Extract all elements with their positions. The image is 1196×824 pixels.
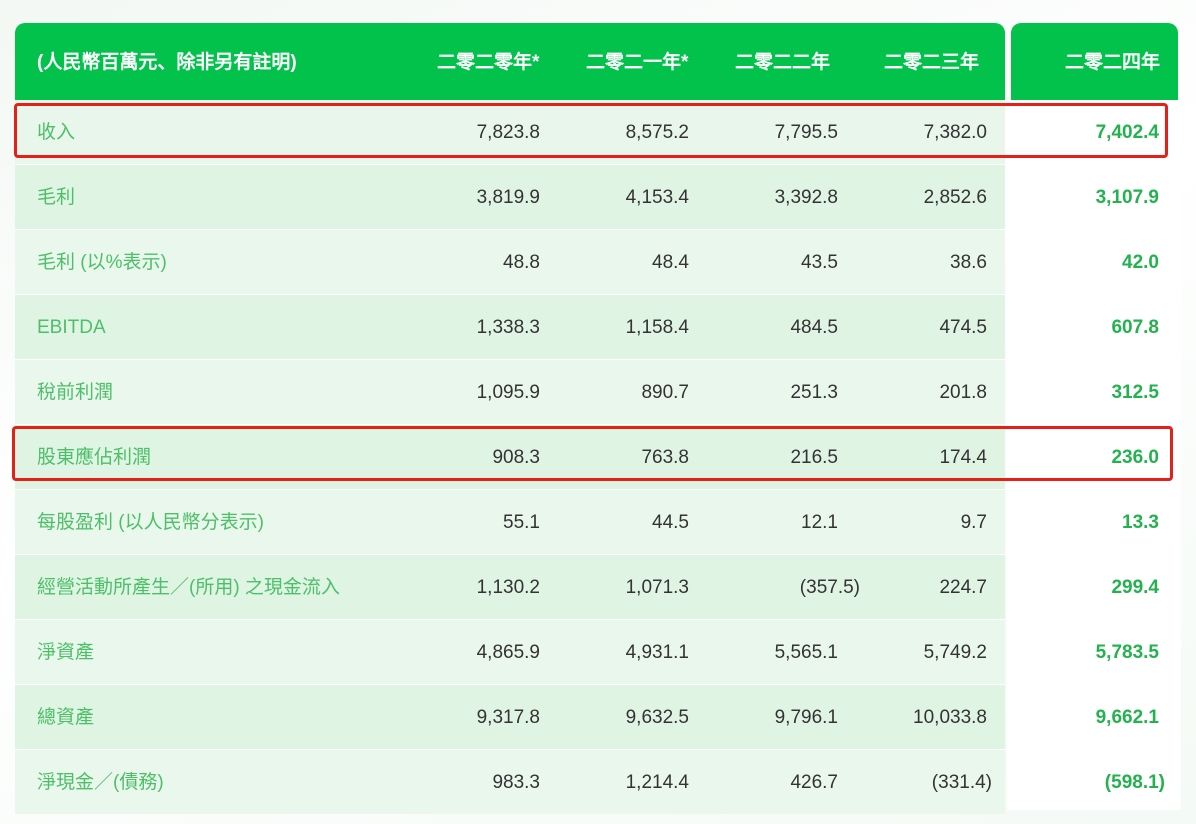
cell-2024-total-assets: 9,662.1 (1095, 707, 1159, 728)
header-year-2022: 二零二二年 (735, 52, 831, 73)
table-row-net-cash: 淨現金／(債務) 983.3 1,214.4 426.7 (331.4) (15, 750, 1005, 814)
cell-2023: (331.4) (931, 772, 992, 793)
cell-2023: 10,033.8 (913, 707, 987, 728)
cell-2020: 4,865.9 (476, 642, 540, 663)
cell-2024-ebitda: 607.8 (1111, 317, 1159, 338)
row-label: 稅前利潤 (37, 382, 114, 403)
cell-2024-net-assets: 5,783.5 (1095, 642, 1159, 663)
cell-2022: 216.5 (790, 447, 838, 468)
cell-2023: 2,852.6 (923, 187, 987, 208)
table-header: (人民幣百萬元、除非另有註明) 二零二零年* 二零二一年* 二零二二年 二零二三… (15, 23, 1005, 100)
cell-2024-net-cash: (598.1) (1104, 772, 1165, 793)
cell-2024-profit-attributable: 236.0 (1111, 447, 1159, 468)
row-label: 總資產 (37, 707, 95, 728)
table-row-net-assets: 淨資產 4,865.9 4,931.1 5,565.1 5,749.2 (15, 620, 1005, 685)
row-label: EBITDA (37, 317, 106, 338)
cell-2022: 43.5 (801, 252, 838, 273)
header-year-2020: 二零二零年* (437, 52, 540, 73)
cell-2021: 890.7 (641, 382, 689, 403)
cell-2024-operating-cash-flow: 299.4 (1111, 577, 1159, 598)
cell-2022: 251.3 (790, 382, 838, 403)
cell-2022: 426.7 (790, 772, 838, 793)
header-year-2023: 二零二三年 (884, 52, 980, 73)
cell-2020: 1,095.9 (476, 382, 540, 403)
cell-2021: 1,071.3 (625, 577, 689, 598)
table-row-total-assets: 總資產 9,317.8 9,632.5 9,796.1 10,033.8 (15, 685, 1005, 750)
cell-2021: 48.4 (652, 252, 689, 273)
cell-2022: (357.5) (799, 577, 860, 598)
cell-2020: 9,317.8 (476, 707, 540, 728)
cell-2020: 7,823.8 (476, 122, 540, 143)
cell-2024-profit-before-tax: 312.5 (1111, 382, 1159, 403)
cell-2021: 9,632.5 (625, 707, 689, 728)
cell-2023: 7,382.0 (923, 122, 987, 143)
header-year-2021: 二零二一年* (586, 52, 689, 73)
row-label: 淨資產 (37, 642, 95, 663)
cell-2020: 55.1 (503, 512, 540, 533)
table-header-highlight: 二零二四年 (1011, 23, 1178, 100)
table-row-gross-margin: 毛利 (以%表示) 48.8 48.4 43.5 38.6 (15, 230, 1005, 295)
cell-2024-revenue: 7,402.4 (1095, 122, 1159, 143)
row-label: 毛利 (以%表示) (37, 252, 167, 273)
table-row-ebitda: EBITDA 1,338.3 1,158.4 484.5 474.5 (15, 295, 1005, 360)
cell-2024-eps: 13.3 (1122, 512, 1159, 533)
cell-2021: 8,575.2 (625, 122, 689, 143)
cell-2023: 201.8 (939, 382, 987, 403)
cell-2021: 4,931.1 (625, 642, 689, 663)
cell-2022: 5,565.1 (774, 642, 838, 663)
cell-2023: 9.7 (960, 512, 987, 533)
row-label: 股東應佔利潤 (37, 447, 152, 468)
table-row-revenue: 收入 7,823.8 8,575.2 7,795.5 7,382.0 (15, 100, 1005, 165)
row-label: 毛利 (37, 187, 76, 208)
cell-2021: 4,153.4 (625, 187, 689, 208)
cell-2023: 224.7 (939, 577, 987, 598)
cell-2022: 484.5 (790, 317, 838, 338)
row-label: 每股盈利 (以人民幣分表示) (37, 512, 264, 533)
cell-2023: 38.6 (950, 252, 987, 273)
cell-2020: 908.3 (492, 447, 540, 468)
cell-2021: 44.5 (652, 512, 689, 533)
cell-2023: 5,749.2 (923, 642, 987, 663)
header-year-2024: 二零二四年 (1064, 52, 1160, 73)
cell-2024-gross-margin: 42.0 (1122, 252, 1159, 273)
cell-2020: 1,130.2 (476, 577, 540, 598)
table-row-gross-profit: 毛利 3,819.9 4,153.4 3,392.8 2,852.6 (15, 165, 1005, 230)
cell-2022: 9,796.1 (774, 707, 838, 728)
cell-2020: 983.3 (492, 772, 540, 793)
cell-2020: 3,819.9 (476, 187, 540, 208)
table-row-operating-cash-flow: 經營活動所產生／(所用) 之現金流入 1,130.2 1,071.3 (357.… (15, 555, 1005, 620)
cell-2021: 1,214.4 (625, 772, 689, 793)
row-label: 收入 (37, 122, 76, 143)
cell-2023: 474.5 (939, 317, 987, 338)
cell-2022: 12.1 (801, 512, 838, 533)
cell-2023: 174.4 (939, 447, 987, 468)
table-row-profit-before-tax: 稅前利潤 1,095.9 890.7 251.3 201.8 (15, 360, 1005, 425)
cell-2021: 1,158.4 (625, 317, 689, 338)
row-label: 經營活動所產生／(所用) 之現金流入 (37, 577, 340, 598)
cell-2020: 1,338.3 (476, 317, 540, 338)
table-row-profit-attributable: 股東應佔利潤 908.3 763.8 216.5 174.4 (15, 425, 1005, 490)
header-unit-label: (人民幣百萬元、除非另有註明) (37, 52, 297, 73)
cell-2024-gross-profit: 3,107.9 (1095, 187, 1159, 208)
table-row-eps: 每股盈利 (以人民幣分表示) 55.1 44.5 12.1 9.7 (15, 490, 1005, 555)
cell-2022: 7,795.5 (774, 122, 838, 143)
cell-2021: 763.8 (641, 447, 689, 468)
cell-2020: 48.8 (503, 252, 540, 273)
cell-2022: 3,392.8 (774, 187, 838, 208)
row-label: 淨現金／(債務) (37, 772, 164, 793)
